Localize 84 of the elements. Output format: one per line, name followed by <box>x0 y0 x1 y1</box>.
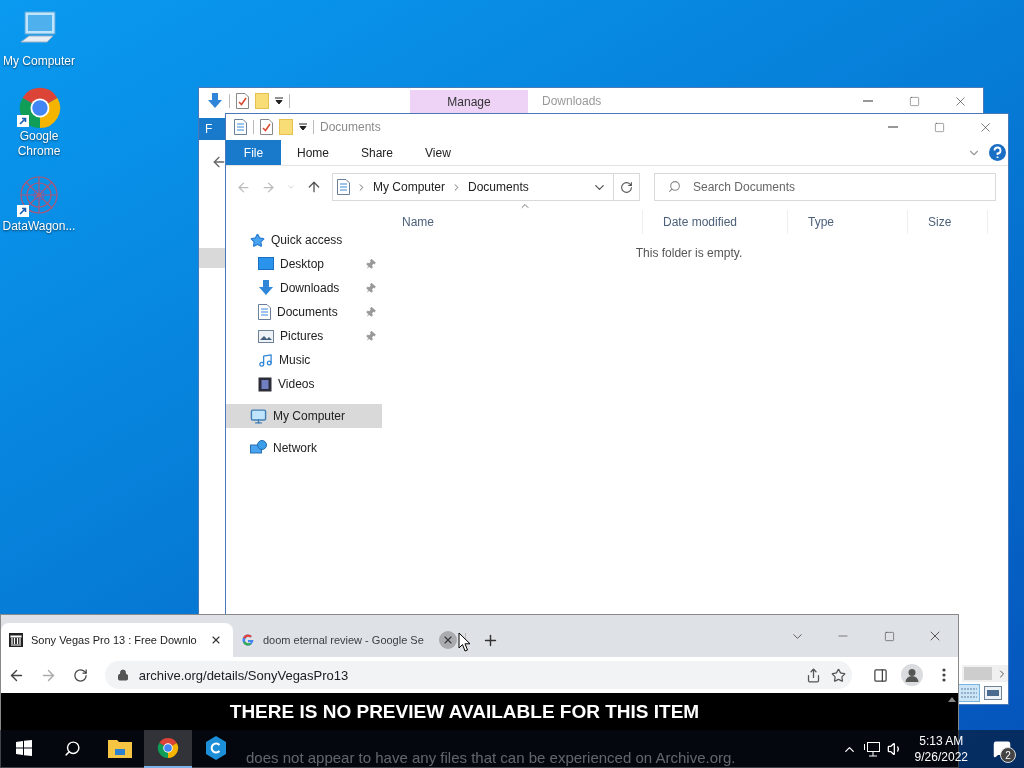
star-icon <box>250 232 265 248</box>
bookmark-star-icon[interactable] <box>831 667 847 683</box>
close-tab-button[interactable] <box>439 631 457 649</box>
nav-item[interactable]: My Computer <box>226 404 382 428</box>
breadcrumb-item[interactable]: My Computer <box>373 180 446 194</box>
properties-icon[interactable] <box>260 119 273 135</box>
nav-item[interactable]: Videos <box>226 372 382 396</box>
nav-item[interactable]: Desktop <box>226 252 382 276</box>
maximize-icon <box>883 630 895 642</box>
pictures-icon <box>258 329 274 343</box>
scroll-up-icon[interactable] <box>948 697 956 702</box>
archive-building-icon <box>9 633 23 647</box>
page-message: does not appear to have any files that can be experienced on Archive.org. <box>246 749 736 766</box>
search-icon <box>668 180 681 193</box>
refresh-icon <box>620 180 633 194</box>
minimize-icon <box>888 126 898 128</box>
hexagon-app-icon <box>205 736 227 760</box>
window-title: Documents <box>320 120 381 134</box>
empty-folder-message: This folder is empty. <box>634 245 744 260</box>
network-icon[interactable] <box>862 741 881 757</box>
breadcrumb-item[interactable]: Documents <box>468 180 529 194</box>
address-bar[interactable]: archive.org/details/SonyVegasPro13 <box>104 661 853 689</box>
clock-time[interactable]: 5:13 AM <box>919 733 964 749</box>
network-icon <box>250 440 267 456</box>
windows-logo-icon <box>16 740 32 756</box>
search-field[interactable]: Search Documents <box>654 173 996 201</box>
download-arrow-icon <box>207 93 223 109</box>
mouse-cursor-icon <box>458 632 472 653</box>
computer-icon <box>250 407 267 425</box>
help-icon[interactable] <box>989 144 1006 161</box>
nav-item[interactable]: Quick access <box>226 228 382 252</box>
nav-item[interactable]: Network <box>226 436 382 460</box>
desktop-icon <box>258 257 274 271</box>
address-bar[interactable]: My Computer Documents <box>332 173 640 201</box>
chrome-logo-icon <box>157 737 179 759</box>
minimize-icon <box>863 100 873 102</box>
ribbon-tab[interactable]: File <box>226 140 281 165</box>
document-icon <box>258 304 271 320</box>
side-panel-icon <box>872 667 888 683</box>
folder-icon <box>108 738 132 758</box>
notification-count-badge: 2 <box>1000 747 1016 763</box>
profile-avatar-icon <box>901 664 924 686</box>
column-header[interactable]: Name <box>382 210 643 234</box>
nav-item[interactable]: Pictures <box>226 324 382 348</box>
nav-item[interactable]: Music <box>226 348 382 372</box>
properties-icon[interactable] <box>236 93 249 109</box>
download-arrow-icon <box>258 280 274 296</box>
page-heading: THERE IS NO PREVIEW AVAILABLE FOR THIS ITEM <box>229 701 701 723</box>
search-icon <box>63 739 81 757</box>
taskbar-app-button[interactable] <box>144 730 192 768</box>
music-note-icon <box>258 352 273 368</box>
document-icon <box>337 179 350 195</box>
lock-icon <box>116 669 129 681</box>
manage-tab[interactable]: Manage <box>410 90 528 114</box>
nav-item[interactable]: Documents <box>226 300 382 324</box>
column-header[interactable]: Date modified <box>643 210 788 234</box>
film-icon <box>258 376 272 392</box>
share-icon[interactable] <box>806 667 822 683</box>
clock-date[interactable]: 9/26/2022 <box>914 749 968 765</box>
nav-item[interactable]: Downloads <box>226 276 382 300</box>
maximize-icon <box>908 95 920 107</box>
more-icon <box>942 668 947 682</box>
selected-row-highlight <box>199 248 225 268</box>
google-g-icon <box>241 633 255 647</box>
ribbon-tab[interactable]: Home <box>281 140 345 165</box>
browser-tab[interactable]: Sony Vegas Pro 13 : Free Downlo <box>1 623 233 657</box>
close-icon <box>442 634 454 646</box>
details-view-icon[interactable] <box>958 684 980 702</box>
large-icons-view-icon[interactable] <box>984 686 1002 700</box>
notifications-button[interactable]: 2 <box>980 730 1024 768</box>
close-icon <box>210 634 222 646</box>
customize-caret-icon[interactable] <box>299 123 307 131</box>
customize-caret-icon[interactable] <box>275 97 283 105</box>
partial-ribbon-tab[interactable]: F <box>199 118 225 140</box>
column-header[interactable]: Type <box>788 210 908 234</box>
maximize-icon <box>933 121 945 133</box>
scrollbar-thumb[interactable] <box>964 667 992 680</box>
document-icon <box>234 119 247 135</box>
horizontal-scrollbar[interactable] <box>962 665 1008 682</box>
ribbon-tab[interactable]: Share <box>345 140 410 165</box>
column-header[interactable]: Size <box>908 210 988 234</box>
window-title: Downloads <box>542 94 602 108</box>
reload-icon <box>73 667 89 683</box>
ribbon-tab[interactable]: View <box>409 140 467 165</box>
